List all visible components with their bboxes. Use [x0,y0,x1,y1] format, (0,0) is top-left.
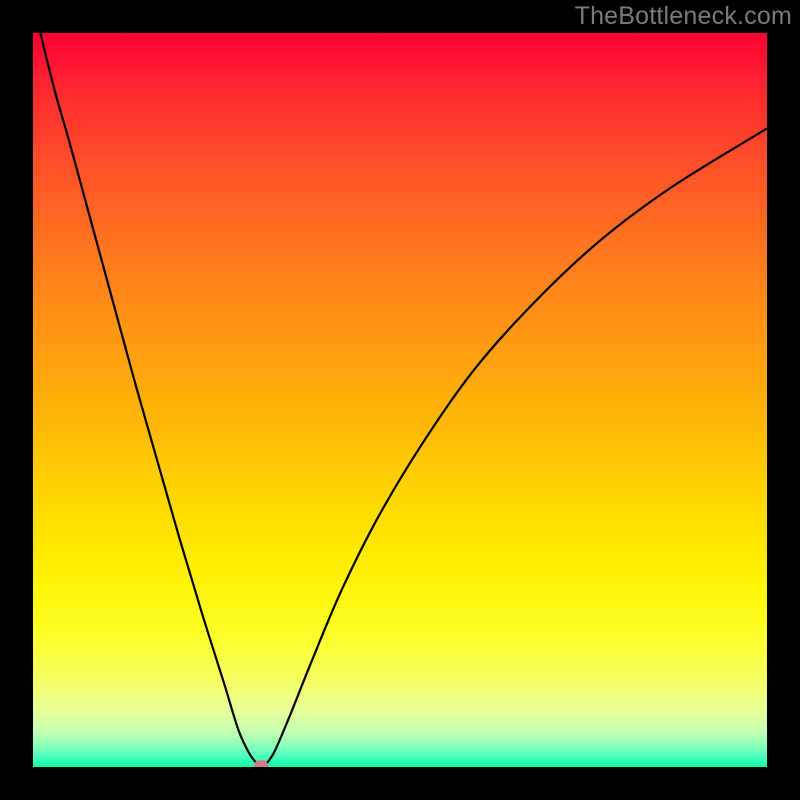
plot-area [33,33,767,767]
bottleneck-curve-path [40,33,767,766]
chart-frame: TheBottleneck.com [0,0,800,800]
bottleneck-curve-svg [33,33,767,767]
optimal-point-marker [254,760,268,767]
watermark-text: TheBottleneck.com [575,2,792,31]
